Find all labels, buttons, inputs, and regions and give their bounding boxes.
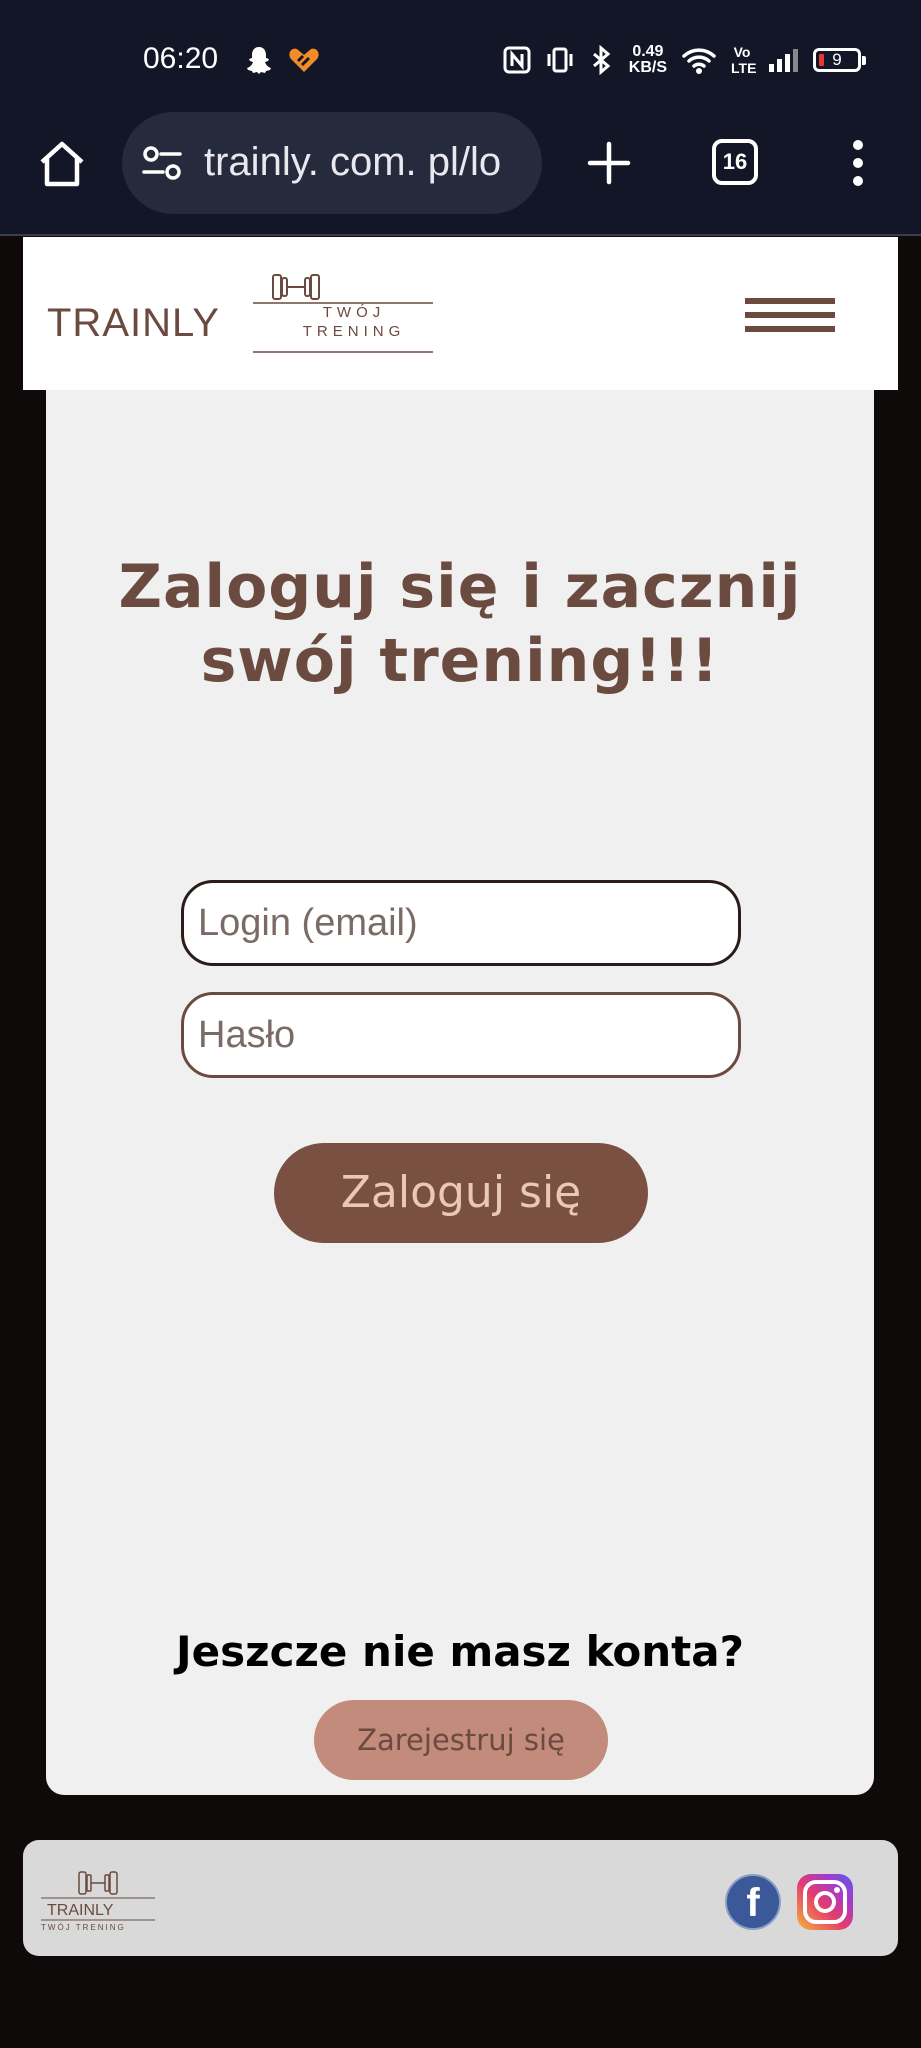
signal-icon [769, 49, 798, 72]
register-button[interactable]: Zarejestruj się [314, 1700, 608, 1780]
bluetooth-icon [592, 45, 611, 75]
snapchat-icon [247, 47, 271, 74]
email-field[interactable] [181, 880, 741, 966]
tabs-icon[interactable]: 16 [712, 139, 758, 185]
network-speed: 0.49 KB/S [628, 43, 667, 76]
nfc-icon [503, 46, 531, 74]
address-bar[interactable]: trainly. com. pl/lo [122, 112, 542, 214]
vibrate-icon [547, 47, 573, 73]
logo-wordmark: TRAINLY [47, 301, 220, 345]
browser-toolbar: trainly. com. pl/lo 16 [0, 110, 921, 236]
site-footer: TRAINLY TWÓJ TRENING f [23, 1840, 898, 1956]
password-field[interactable] [181, 992, 741, 1078]
logo-tagline: TWÓJ TRENING [302, 304, 406, 340]
status-bar: 06:20 0.49 KB/S Vo LTE 9 [0, 0, 921, 110]
footer-logo-tagline: TWÓJ TRENING [41, 1923, 126, 1932]
volte-indicator: Vo LTE [731, 44, 757, 76]
login-card: Zaloguj się i zacznij swój trening!!! Za… [46, 390, 874, 1795]
instagram-icon[interactable] [797, 1874, 853, 1930]
heart-app-icon [289, 48, 319, 72]
status-icons: 0.49 KB/S Vo LTE 9 [503, 40, 866, 80]
home-icon[interactable] [36, 138, 88, 190]
new-tab-icon[interactable] [586, 140, 632, 186]
page-title: Zaloguj się i zacznij swój trening!!! [118, 552, 802, 696]
site-settings-icon[interactable] [142, 146, 182, 180]
footer-logo-wordmark: TRAINLY [47, 1902, 114, 1919]
hamburger-menu-icon[interactable] [745, 298, 835, 342]
overflow-menu-icon[interactable] [846, 138, 870, 188]
no-account-text: Jeszcze nie masz konta? [176, 1627, 744, 1676]
login-button[interactable]: Zaloguj się [274, 1143, 648, 1243]
battery-icon: 9 [813, 48, 866, 72]
site-header: TRAINLY TWÓJ TRENING [23, 237, 898, 390]
url-text[interactable]: trainly. com. pl/lo [204, 140, 524, 185]
facebook-icon[interactable]: f [725, 1874, 781, 1930]
status-time: 06:20 [143, 42, 219, 75]
dumbbell-icon [78, 1871, 118, 1895]
dumbbell-icon [272, 274, 320, 300]
wifi-icon [682, 48, 716, 74]
